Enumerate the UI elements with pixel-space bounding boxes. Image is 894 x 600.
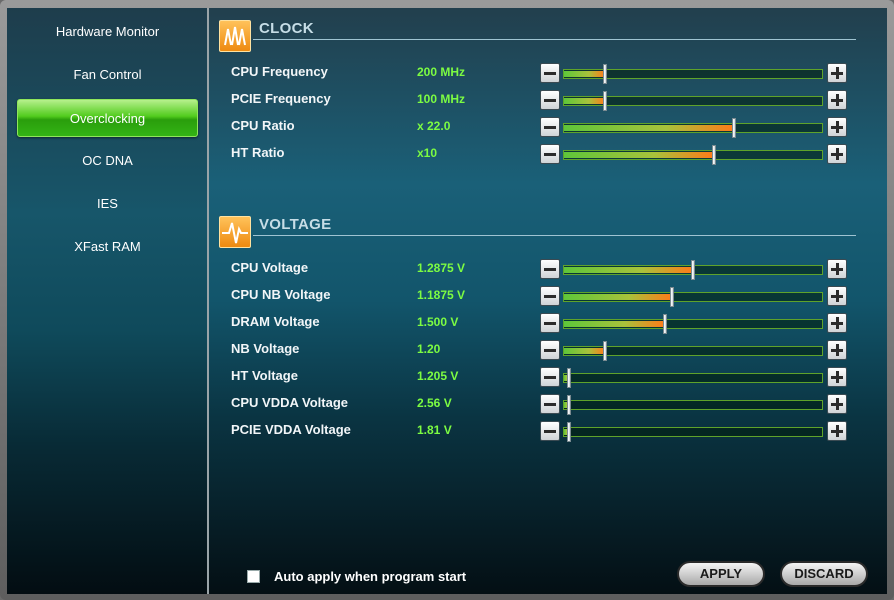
voltage-section-divider: [253, 235, 856, 236]
cpu-nb-voltage-decrease-button[interactable]: [540, 286, 560, 306]
cpu-frequency-slider-fill: [564, 71, 606, 77]
cpu-ratio-decrease-button[interactable]: [540, 117, 560, 137]
pcie-frequency-increase-button[interactable]: [827, 90, 847, 110]
pcie-vdda-voltage-increase-button[interactable]: [827, 421, 847, 441]
cpu-ratio-slider-thumb[interactable]: [732, 118, 737, 138]
sidebar-item-xfast-ram[interactable]: XFast RAM: [17, 228, 198, 266]
sidebar: Hardware Monitor Fan Control Overclockin…: [7, 8, 207, 594]
ht-voltage-decrease-button[interactable]: [540, 367, 560, 387]
nb-voltage-decrease-button[interactable]: [540, 340, 560, 360]
cpu-voltage-increase-button[interactable]: [827, 259, 847, 279]
nb-voltage-value: 1.20: [417, 342, 441, 356]
dram-voltage-value: 1.500 V: [417, 315, 459, 329]
cpu-nb-voltage-slider-fill: [564, 294, 673, 300]
sidebar-item-hardware-monitor[interactable]: Hardware Monitor: [17, 13, 198, 51]
cpu-ratio-slider[interactable]: [563, 118, 823, 138]
voltage-section-title: VOLTAGE: [259, 216, 332, 233]
ht-ratio-slider-fill: [564, 152, 714, 158]
ht-ratio-slider-thumb[interactable]: [711, 145, 716, 165]
pcie-frequency-decrease-button[interactable]: [540, 90, 560, 110]
overclocking-panel: CLOCK CPU Frequency 200 MHz PCIE Frequency…: [209, 8, 887, 594]
clock-section-divider: [253, 39, 856, 40]
cpu-nb-voltage-slider[interactable]: [563, 287, 823, 307]
sidebar-item-oc-dna[interactable]: OC DNA: [17, 142, 198, 180]
nb-voltage-increase-button[interactable]: [827, 340, 847, 360]
cpu-frequency-decrease-button[interactable]: [540, 63, 560, 83]
sidebar-item-ies[interactable]: IES: [17, 185, 198, 223]
nb-voltage-slider-fill: [564, 348, 606, 354]
ht-ratio-decrease-button[interactable]: [540, 144, 560, 164]
pcie-vdda-voltage-decrease-button[interactable]: [540, 421, 560, 441]
clock-wave-icon: [219, 20, 251, 52]
nb-voltage-label: NB Voltage: [231, 341, 300, 356]
cpu-voltage-label: CPU Voltage: [231, 260, 309, 275]
cpu-vdda-voltage-slider[interactable]: [563, 395, 823, 415]
pcie-frequency-slider-fill: [564, 98, 606, 104]
ht-ratio-value: x10: [417, 146, 438, 160]
sidebar-item-fan-control[interactable]: Fan Control: [17, 56, 198, 94]
cpu-nb-voltage-label: CPU NB Voltage: [231, 287, 331, 302]
ht-ratio-label: HT Ratio: [231, 145, 285, 160]
cpu-voltage-decrease-button[interactable]: [540, 259, 560, 279]
cpu-ratio-label: CPU Ratio: [231, 118, 295, 133]
auto-apply-checkbox[interactable]: [247, 570, 260, 583]
pcie-frequency-slider[interactable]: [563, 91, 823, 111]
pcie-vdda-voltage-value: 1.81 V: [417, 423, 452, 437]
cpu-frequency-increase-button[interactable]: [827, 63, 847, 83]
pcie-vdda-voltage-label: PCIE VDDA Voltage: [231, 422, 351, 437]
ht-voltage-slider-thumb[interactable]: [567, 368, 572, 388]
dram-voltage-slider[interactable]: [563, 314, 823, 334]
pcie-vdda-voltage-slider[interactable]: [563, 422, 823, 442]
cpu-nb-voltage-value: 1.1875 V: [417, 288, 466, 302]
cpu-frequency-slider[interactable]: [563, 64, 823, 84]
ht-voltage-slider[interactable]: [563, 368, 823, 388]
dram-voltage-slider-fill: [564, 321, 665, 327]
pcie-vdda-voltage-slider-thumb[interactable]: [567, 422, 572, 442]
dram-voltage-decrease-button[interactable]: [540, 313, 560, 333]
cpu-voltage-slider-thumb[interactable]: [691, 260, 695, 280]
ht-voltage-increase-button[interactable]: [827, 367, 847, 387]
nb-voltage-slider-thumb[interactable]: [603, 341, 608, 361]
pcie-frequency-slider-thumb[interactable]: [603, 91, 608, 111]
ht-voltage-label: HT Voltage: [231, 368, 298, 383]
cpu-voltage-slider[interactable]: [563, 260, 823, 280]
cpu-ratio-increase-button[interactable]: [827, 117, 847, 137]
cpu-frequency-value: 200 MHz: [417, 65, 466, 79]
nb-voltage-slider[interactable]: [563, 341, 823, 361]
cpu-vdda-voltage-increase-button[interactable]: [827, 394, 847, 414]
pcie-frequency-value: 100 MHz: [417, 92, 466, 106]
discard-button[interactable]: DISCARD: [780, 561, 868, 587]
cpu-frequency-label: CPU Frequency: [231, 64, 328, 79]
ht-voltage-value: 1.205 V: [417, 369, 459, 383]
clock-section-title: CLOCK: [259, 20, 314, 37]
cpu-vdda-voltage-slider-thumb[interactable]: [567, 395, 572, 415]
cpu-vdda-voltage-value: 2.56 V: [417, 396, 452, 410]
dram-voltage-label: DRAM Voltage: [231, 314, 320, 329]
ht-ratio-increase-button[interactable]: [827, 144, 847, 164]
voltage-pulse-icon: [219, 216, 251, 248]
dram-voltage-increase-button[interactable]: [827, 313, 847, 333]
ht-ratio-slider[interactable]: [563, 145, 823, 165]
apply-button[interactable]: APPLY: [677, 561, 765, 587]
cpu-ratio-slider-fill: [564, 125, 735, 131]
cpu-nb-voltage-increase-button[interactable]: [827, 286, 847, 306]
cpu-nb-voltage-slider-thumb[interactable]: [670, 287, 675, 307]
auto-apply-label: Auto apply when program start: [274, 569, 467, 584]
dram-voltage-slider-thumb[interactable]: [662, 314, 667, 334]
cpu-vdda-voltage-label: CPU VDDA Voltage: [231, 395, 349, 410]
cpu-vdda-voltage-decrease-button[interactable]: [540, 394, 560, 414]
cpu-frequency-slider-thumb[interactable]: [603, 64, 608, 84]
cpu-voltage-value: 1.2875 V: [417, 261, 466, 275]
sidebar-item-overclocking[interactable]: Overclocking: [17, 99, 198, 137]
pcie-frequency-label: PCIE Frequency: [231, 91, 331, 106]
cpu-voltage-slider-fill: [564, 267, 693, 273]
cpu-ratio-value: x 22.0: [417, 119, 451, 133]
